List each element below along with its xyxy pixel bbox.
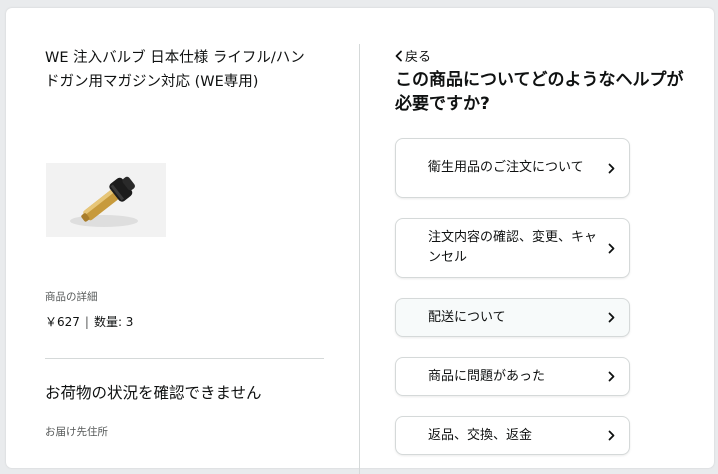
- help-option-label: 返品、交換、返金: [428, 427, 533, 443]
- help-card: WE 注入バルブ 日本仕様 ライフル/ハンドガン用マガジン対応 (WE専用) 商…: [6, 8, 714, 474]
- product-image[interactable]: [46, 163, 166, 237]
- chevron-right-icon: [608, 371, 615, 382]
- shipment-status-heading: お荷物の状況を確認できません: [45, 384, 262, 402]
- help-option-label: 配送について: [428, 309, 506, 325]
- help-question-title: この商品についてどのようなヘルプが必要ですか?: [395, 70, 684, 114]
- price-value: ￥627: [45, 315, 80, 329]
- product-title[interactable]: WE 注入バルブ 日本仕様 ライフル/ハンドガン用マガジン対応 (WE専用): [45, 46, 315, 94]
- back-link-label: 戻る: [405, 50, 432, 65]
- help-option-return-refund[interactable]: 返品、交換、返金: [395, 416, 630, 455]
- separator: |: [84, 315, 89, 329]
- quantity-value: 数量: 3: [93, 315, 134, 329]
- help-option-order-change-cancel[interactable]: 注文内容の確認、変更、キャンセル: [395, 218, 630, 278]
- delivery-address-label: お届け先住所: [45, 426, 108, 438]
- help-option-delivery[interactable]: 配送について: [395, 298, 630, 337]
- help-option-label: 衛生用品のご注文について: [428, 160, 584, 175]
- help-option-hygiene-products[interactable]: 衛生用品のご注文について: [395, 138, 630, 198]
- help-option-label: 商品に問題があった: [428, 368, 546, 384]
- chevron-right-icon: [608, 243, 615, 253]
- help-option-label: 注文内容の確認、変更、キャンセル: [428, 230, 598, 265]
- valve-product-image: [46, 163, 166, 237]
- price-quantity: ￥627 | 数量: 3: [45, 313, 133, 330]
- chevron-right-icon: [608, 163, 615, 173]
- column-divider: [359, 44, 360, 474]
- back-link[interactable]: 戻る: [394, 46, 431, 65]
- chevron-right-icon: [608, 312, 615, 323]
- details-label: 商品の詳細: [45, 291, 98, 303]
- section-divider: [45, 358, 324, 359]
- help-option-product-problem[interactable]: 商品に問題があった: [395, 357, 630, 396]
- chevron-left-icon: [395, 50, 402, 61]
- chevron-right-icon: [608, 430, 615, 441]
